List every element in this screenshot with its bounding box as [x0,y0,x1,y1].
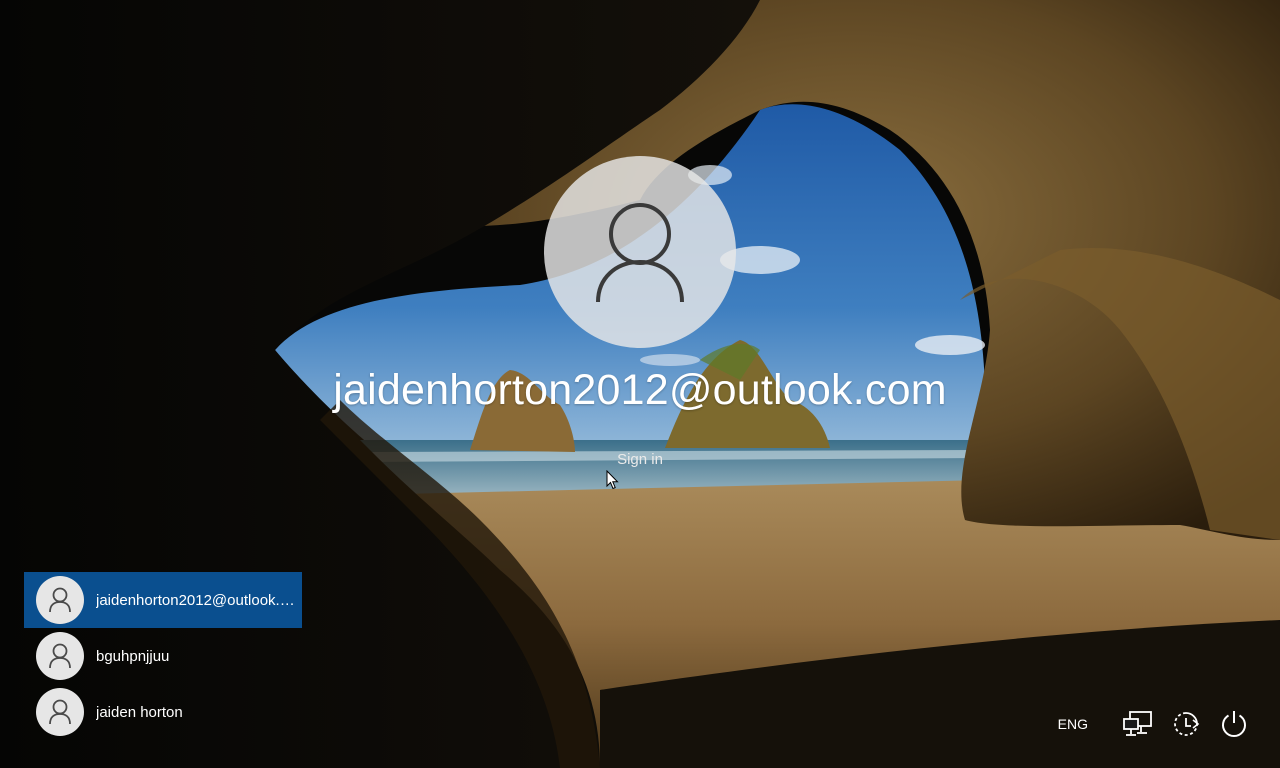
mouse-cursor-icon [606,470,619,490]
power-button[interactable] [1218,708,1250,740]
account-name: jaidenhorton2012@outlook.com [333,366,947,414]
user-avatar [36,576,84,624]
language-indicator[interactable]: ENG [1058,716,1088,732]
power-icon [1222,711,1246,737]
network-button[interactable] [1122,708,1154,740]
system-tray: ENG [1058,708,1250,740]
person-icon [49,587,71,613]
person-icon [596,203,684,303]
network-icon [1123,711,1152,736]
person-icon [49,699,71,725]
user-item-bguhpnjjuu[interactable]: bguhpnjjuu [24,628,302,684]
user-avatar [36,632,84,680]
user-item-label: bguhpnjjuu [96,647,170,665]
lock-screen: jaidenhorton2012@outlook.com Sign in jai… [0,0,1280,768]
user-item-jaidenhorton2012[interactable]: jaidenhorton2012@outlook.com [24,572,302,628]
user-item-label: jaiden horton [96,703,183,721]
ease-of-access-icon [1174,712,1200,736]
user-item-label: jaidenhorton2012@outlook.com [96,591,296,609]
user-avatar [36,688,84,736]
account-avatar [544,156,736,348]
user-item-jaiden-horton[interactable]: jaiden horton [24,684,302,740]
person-icon [49,643,71,669]
ease-of-access-button[interactable] [1170,708,1202,740]
user-list: jaidenhorton2012@outlook.com bguhpnjjuu … [24,572,302,740]
sign-in-button[interactable]: Sign in [590,451,690,468]
